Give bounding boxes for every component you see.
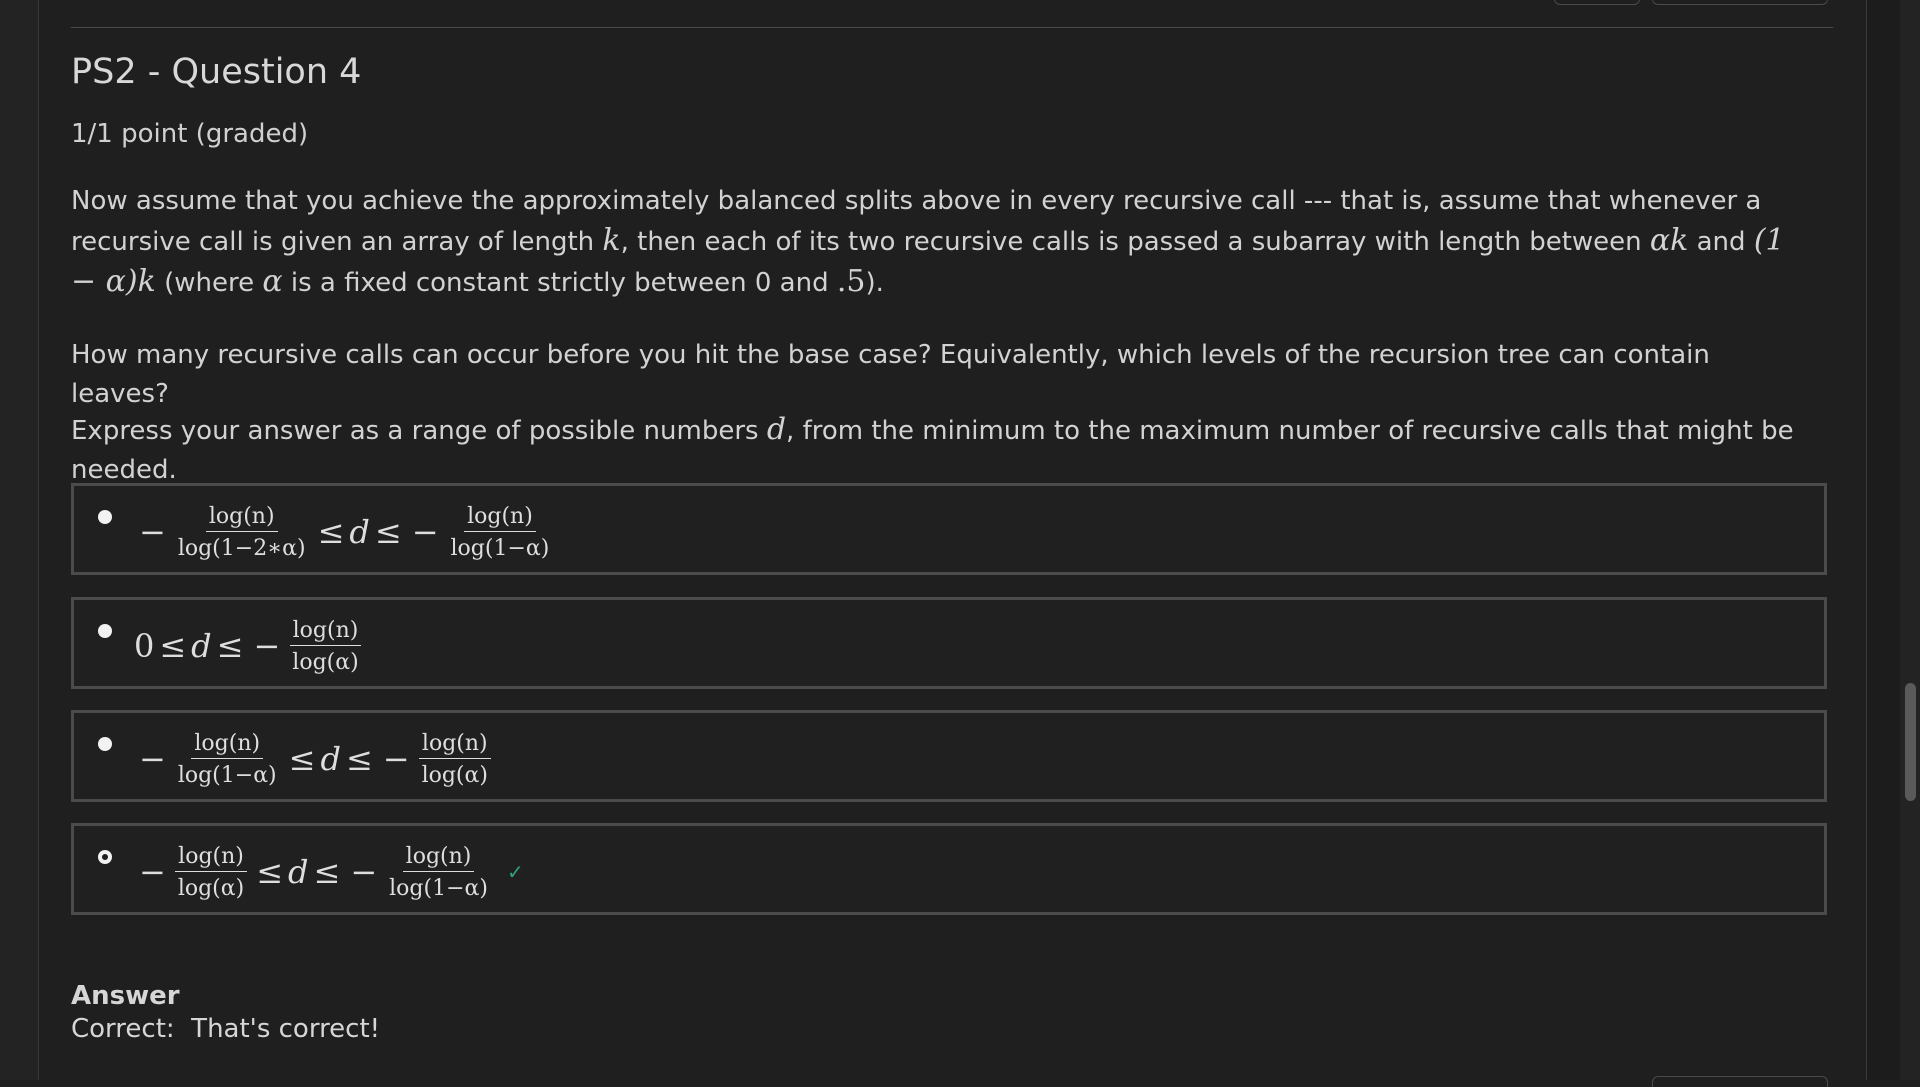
radio-button[interactable] (98, 737, 112, 751)
fraction-denominator: log(1−α) (177, 762, 277, 788)
fraction-denominator: log(1−α) (450, 535, 550, 561)
zero: 0 (134, 627, 155, 665)
answer-text: Correct: That's correct! (71, 1014, 381, 1044)
fraction-numerator: log(n) (464, 504, 536, 532)
problem-paragraph-3: Express your answer as a range of possib… (71, 410, 1811, 490)
leq-sign: ≤ (374, 513, 402, 551)
minus-sign: − (139, 740, 166, 778)
fraction-numerator: log(n) (175, 844, 247, 872)
fraction-denominator: log(α) (177, 875, 245, 901)
problem-title: PS2 - Question 4 (71, 52, 362, 92)
fraction: log(n) log(1−α) (175, 731, 280, 788)
math-d: d (766, 412, 787, 447)
problem-paragraph-1: Now assume that you achieve the approxim… (71, 182, 1811, 303)
math-half: .5 (836, 264, 866, 299)
fraction-denominator: log(α) (421, 762, 488, 788)
fraction: log(n) log(1−2∗α) (175, 504, 309, 561)
text-span: is a fixed constant strictly between 0 a… (282, 268, 837, 298)
minus-sign: − (139, 853, 166, 891)
math-k: k (602, 223, 621, 258)
variable-d: d (191, 627, 212, 665)
option-formula: 0 ≤ d ≤ − log(n) log(α) (134, 610, 366, 682)
fraction-denominator: log(1−α) (389, 875, 488, 901)
text-span: , then each of its two recursive calls i… (620, 227, 1650, 257)
choice-option-3[interactable]: − log(n) log(1−α) ≤ d ≤ − log(n) log(α) (71, 710, 1827, 802)
problem-paragraph-2: How many recursive calls can occur befor… (71, 340, 1710, 409)
option-formula: − log(n) log(1−α) ≤ d ≤ − log(n) log(α) (134, 723, 495, 795)
math-alpha-k: αk (1649, 223, 1689, 258)
leq-sign: ≤ (256, 853, 284, 891)
math-alpha: α (262, 264, 283, 299)
variable-d: d (349, 513, 370, 551)
top-toolbar-button[interactable] (1652, 0, 1828, 5)
radio-button-selected[interactable] (98, 850, 112, 864)
text-span: and (1688, 227, 1754, 257)
minus-sign: − (411, 513, 439, 551)
top-divider (71, 27, 1833, 28)
option-formula: − log(n) log(α) ≤ d ≤ − log(n) log(1−α) ✓ (134, 836, 524, 908)
top-toolbar-button[interactable] (1554, 0, 1640, 5)
leq-sign: ≤ (288, 740, 316, 778)
fraction-denominator: log(α) (292, 649, 359, 675)
text-span: Express your answer as a range of possib… (71, 416, 767, 446)
fraction-numerator: log(n) (205, 504, 278, 532)
text-span: ). (865, 268, 884, 298)
choice-option-2[interactable]: 0 ≤ d ≤ − log(n) log(α) (71, 597, 1827, 689)
left-gutter (0, 0, 39, 1080)
radio-button[interactable] (98, 624, 112, 638)
leq-sign: ≤ (159, 627, 187, 665)
fraction-denominator: log(1−2∗α) (177, 535, 306, 561)
scrollbar-track[interactable] (1900, 0, 1920, 1080)
fraction-numerator: log(n) (418, 731, 491, 759)
checkmark-icon: ✓ (506, 860, 524, 884)
variable-d: d (288, 853, 309, 891)
option-formula: − log(n) log(1−2∗α) ≤ d ≤ − log(n) log(1−α… (134, 496, 556, 568)
choice-option-1[interactable]: − log(n) log(1−2∗α) ≤ d ≤ − log(n) log(1−α… (71, 483, 1827, 575)
leq-sign: ≤ (216, 627, 244, 665)
problem-points: 1/1 point (graded) (71, 119, 309, 149)
fraction-numerator: log(n) (191, 731, 264, 759)
bottom-toolbar-button[interactable] (1652, 1076, 1828, 1087)
minus-sign: − (139, 513, 166, 551)
fraction: log(n) log(α) (289, 618, 362, 675)
fraction: log(n) log(α) (418, 731, 491, 788)
scrollbar-thumb[interactable] (1905, 683, 1916, 801)
leq-sign: ≤ (345, 740, 373, 778)
fraction: log(n) log(α) (175, 844, 247, 901)
leq-sign: ≤ (317, 513, 345, 551)
minus-sign: − (382, 740, 410, 778)
variable-d: d (320, 740, 341, 778)
fraction-numerator: log(n) (289, 618, 362, 646)
fraction-numerator: log(n) (402, 844, 475, 872)
fraction: log(n) log(1−α) (448, 504, 553, 561)
fraction: log(n) log(1−α) (386, 844, 491, 901)
radio-button[interactable] (98, 510, 112, 524)
minus-sign: − (350, 853, 378, 891)
answer-heading: Answer (71, 981, 180, 1011)
leq-sign: ≤ (313, 853, 341, 891)
choice-option-4[interactable]: − log(n) log(α) ≤ d ≤ − log(n) log(1−α) ✓ (71, 823, 1827, 915)
minus-sign: − (253, 627, 281, 665)
text-span: (where (155, 268, 263, 298)
